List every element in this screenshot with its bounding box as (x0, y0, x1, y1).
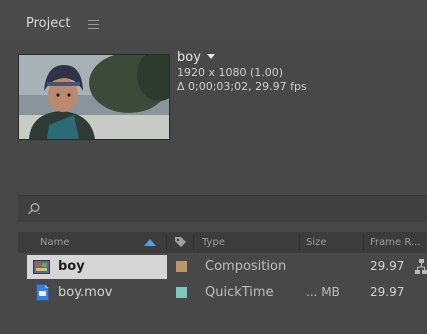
preview-resolution: 1920 x 1080 (1.00) (177, 66, 284, 79)
item-frame-rate: 29.97 (370, 259, 405, 273)
column-header-row: Name Type Size Frame R... (18, 232, 427, 253)
search-field[interactable] (18, 195, 427, 222)
label-color-swatch[interactable] (176, 287, 187, 298)
column-divider[interactable] (166, 235, 167, 250)
item-name: boy (58, 259, 85, 274)
column-type[interactable]: Type (202, 237, 225, 248)
item-frame-rate: 29.97 (370, 285, 405, 299)
column-divider[interactable] (363, 235, 364, 250)
preview-duration: Δ 0;00;03;02, 29.97 fps (177, 80, 307, 93)
preview-name: boy (177, 50, 201, 65)
preview-info: boy 1920 x 1080 (1.00) Δ 0;00;03;02, 29.… (177, 50, 307, 94)
search-icon[interactable] (27, 202, 41, 216)
composition-icon (33, 260, 50, 274)
sort-ascending-icon[interactable] (144, 239, 156, 246)
preview-image (19, 55, 169, 139)
chevron-down-icon[interactable] (206, 54, 215, 59)
panel-menu-icon[interactable] (88, 20, 99, 29)
item-name: boy.mov (58, 285, 113, 300)
column-divider[interactable] (193, 235, 194, 250)
label-tag-icon[interactable] (174, 236, 187, 248)
column-frame-rate[interactable]: Frame R... (370, 237, 420, 248)
panel-header: Project (0, 0, 427, 40)
item-type: Composition (205, 259, 287, 274)
project-panel: Project boy 1920 x 1080 (1.00) Δ 0;00;03… (0, 0, 427, 334)
column-size[interactable]: Size (306, 237, 327, 248)
label-color-swatch[interactable] (176, 261, 187, 272)
flowchart-icon[interactable] (415, 259, 427, 275)
project-tab[interactable]: Project (26, 16, 70, 31)
preview-name-row[interactable]: boy (177, 50, 307, 66)
footage-file-icon (36, 284, 49, 301)
item-type: QuickTime (205, 285, 274, 300)
column-divider[interactable] (299, 235, 300, 250)
list-item-boy-mov[interactable]: boy.mov QuickTime ... MB 29.97 (18, 281, 427, 305)
item-size: ... MB (306, 285, 340, 299)
list-item-boy[interactable]: boy Composition 29.97 (18, 255, 427, 279)
preview-thumbnail (18, 54, 170, 140)
column-name[interactable]: Name (40, 237, 70, 248)
